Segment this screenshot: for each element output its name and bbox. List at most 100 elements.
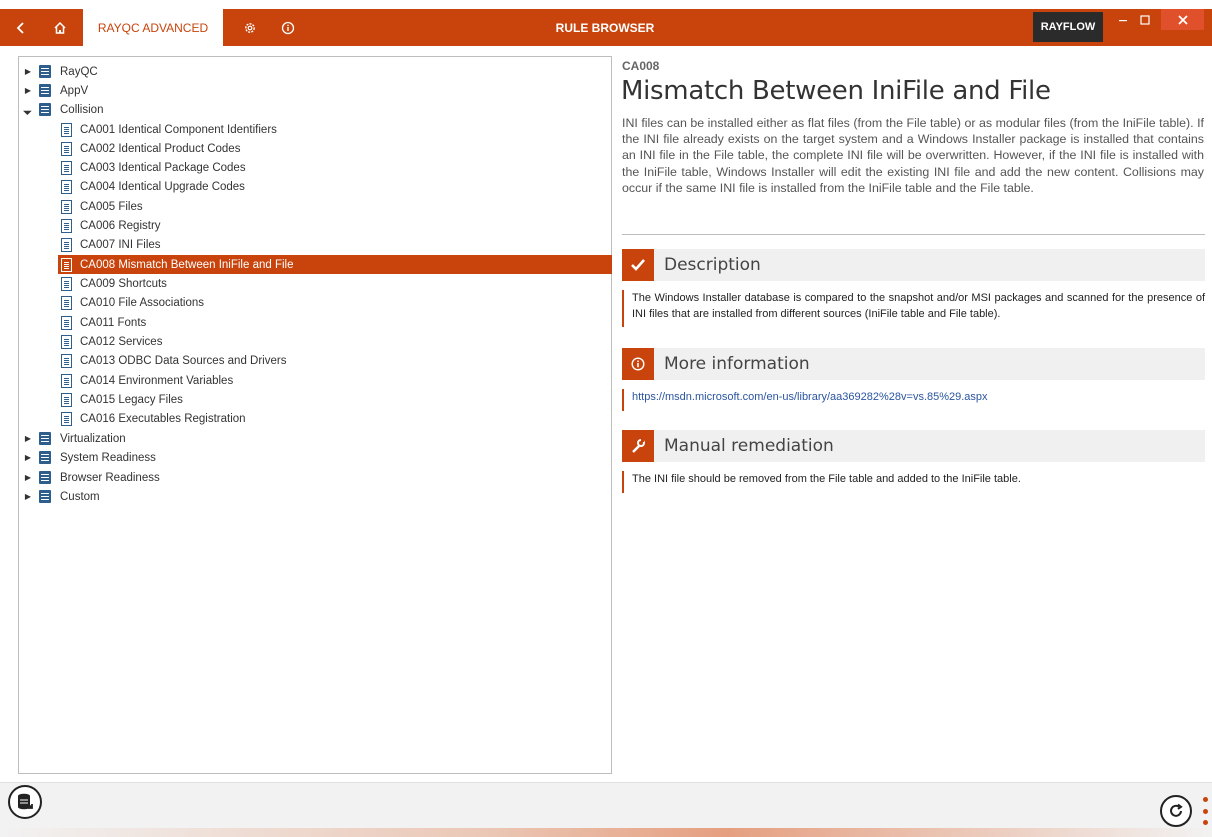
- tree-item-label: CA002 Identical Product Codes: [80, 142, 241, 155]
- gear-icon: [245, 22, 255, 33]
- rule-group-icon: [39, 84, 51, 97]
- tree-item-ca001[interactable]: CA001 Identical Component Identifiers: [61, 120, 277, 139]
- tree-item-label: AppV: [60, 84, 89, 97]
- tree-item-appv[interactable]: ▶ AppV: [23, 81, 88, 100]
- refresh-button[interactable]: [1160, 795, 1192, 827]
- rule-document-icon: [61, 218, 72, 233]
- tree-item-collision[interactable]: ◢ Collision: [23, 100, 103, 119]
- tree-item-label: CA016 Executables Registration: [80, 412, 246, 425]
- remediation-header: Manual remediation: [622, 430, 1205, 462]
- tree-item-label: CA009 Shortcuts: [80, 277, 167, 290]
- title-bar: RAYQC ADVANCED RULE BROWSER RAYFLOW: [0, 9, 1212, 46]
- rule-document-icon: [61, 122, 72, 137]
- expand-arrow-icon[interactable]: ▶: [23, 67, 33, 77]
- tree-item-label: CA004 Identical Upgrade Codes: [80, 180, 245, 193]
- tree-item-ca003[interactable]: CA003 Identical Package Codes: [61, 158, 246, 177]
- home-icon: [54, 21, 66, 34]
- tree-item-label: CA013 ODBC Data Sources and Drivers: [80, 354, 287, 367]
- tree-item-ca006[interactable]: CA006 Registry: [61, 216, 161, 235]
- rule-document-icon: [61, 199, 72, 214]
- refresh-icon: [1170, 803, 1183, 817]
- tree-item-label: CA012 Services: [80, 335, 163, 348]
- more-info-header: More information: [622, 348, 1205, 380]
- bottom-accent: [0, 828, 1212, 837]
- description-header: Description: [622, 249, 1205, 281]
- settings-button[interactable]: [238, 9, 262, 46]
- tree-item-virtualization[interactable]: ▶ Virtualization: [23, 429, 126, 448]
- tree-item-label: Collision: [60, 103, 104, 116]
- tree-item-ca007[interactable]: CA007 INI Files: [61, 235, 161, 254]
- tree-item-label: CA001 Identical Component Identifiers: [80, 123, 277, 136]
- tree-item-ca015[interactable]: CA015 Legacy Files: [61, 390, 183, 409]
- tree-item-ca012[interactable]: CA012 Services: [61, 332, 162, 351]
- rule-document-icon: [61, 315, 72, 330]
- tab-rayqc-advanced[interactable]: RAYQC ADVANCED: [83, 9, 223, 46]
- more-info-body: https://msdn.microsoft.com/en-us/library…: [622, 389, 1205, 411]
- rule-document-icon: [61, 411, 72, 426]
- rule-document-icon: [61, 353, 72, 368]
- description-body: The Windows Installer database is compar…: [622, 290, 1205, 327]
- rule-document-icon: [61, 392, 72, 407]
- tree-item-rayqc[interactable]: ▶ RayQC: [23, 62, 98, 81]
- rule-document-icon: [61, 276, 72, 291]
- window-title: RULE BROWSER: [555, 20, 655, 35]
- tree-item-ca013[interactable]: CA013 ODBC Data Sources and Drivers: [61, 351, 286, 370]
- home-button[interactable]: [46, 9, 74, 46]
- tree-item-label: CA011 Fonts: [80, 316, 147, 329]
- check-icon: [622, 249, 654, 281]
- rule-group-icon: [39, 490, 51, 503]
- tree-item-ca009[interactable]: CA009 Shortcuts: [61, 274, 167, 293]
- rule-document-icon: [61, 237, 72, 252]
- tree-item-label: CA003 Identical Package Codes: [80, 161, 246, 174]
- expand-arrow-icon[interactable]: ▶: [23, 434, 33, 444]
- info-icon: [622, 348, 654, 380]
- rayflow-button[interactable]: RAYFLOW: [1033, 12, 1103, 42]
- more-options-button[interactable]: [1201, 797, 1209, 825]
- tree-item-ca016[interactable]: CA016 Executables Registration: [61, 409, 246, 428]
- tree-item-ca010[interactable]: CA010 File Associations: [61, 293, 204, 312]
- rule-tree[interactable]: ▶ RayQC ▶ AppV ◢ Collision CA001 Identic…: [18, 56, 612, 774]
- back-button[interactable]: [8, 9, 34, 46]
- database-icon: [18, 793, 33, 810]
- database-button[interactable]: [8, 785, 42, 819]
- tree-item-label: CA010 File Associations: [80, 296, 205, 309]
- divider: [622, 234, 1205, 235]
- expand-arrow-icon[interactable]: ▶: [23, 492, 33, 502]
- rule-document-icon: [61, 334, 72, 349]
- tree-item-label: System Readiness: [60, 451, 156, 464]
- tree-item-label: CA015 Legacy Files: [80, 393, 183, 406]
- rule-intro: INI files can be installed either as fla…: [622, 116, 1204, 195]
- tree-item-label: CA006 Registry: [80, 219, 161, 232]
- minimize-icon: [1119, 19, 1127, 21]
- tree-item-label: CA005 Files: [80, 200, 143, 213]
- maximize-button[interactable]: [1134, 1, 1156, 38]
- rule-document-icon: [61, 160, 72, 175]
- rule-document-icon: [61, 257, 72, 272]
- tree-item-label: Virtualization: [60, 432, 126, 445]
- expand-arrow-icon[interactable]: ▶: [23, 86, 33, 96]
- tree-item-ca005[interactable]: CA005 Files: [61, 197, 143, 216]
- tree-item-system-readiness[interactable]: ▶ System Readiness: [23, 448, 156, 467]
- remediation-title: Manual remediation: [664, 436, 834, 456]
- minimize-button[interactable]: [1112, 1, 1134, 38]
- msdn-link[interactable]: https://msdn.microsoft.com/en-us/library…: [632, 391, 988, 403]
- tree-item-browser-readiness[interactable]: ▶ Browser Readiness: [23, 468, 160, 487]
- expand-arrow-icon[interactable]: ▶: [23, 473, 33, 483]
- expand-arrow-icon[interactable]: ▶: [23, 453, 33, 463]
- rule-group-icon: [39, 103, 51, 116]
- tree-item-label: CA007 INI Files: [80, 238, 161, 251]
- close-icon: [1177, 14, 1188, 25]
- tree-item-custom[interactable]: ▶ Custom: [23, 487, 100, 506]
- tree-item-ca002[interactable]: CA002 Identical Product Codes: [61, 139, 240, 158]
- more-dot-icon: [1202, 797, 1208, 802]
- about-button[interactable]: [276, 9, 300, 46]
- tree-item-ca008[interactable]: CA008 Mismatch Between IniFile and File: [58, 255, 612, 274]
- chevron-left-icon: [16, 21, 24, 34]
- collapse-arrow-icon[interactable]: ◢: [21, 102, 35, 116]
- tree-item-ca011[interactable]: CA011 Fonts: [61, 313, 146, 332]
- close-button[interactable]: [1161, 9, 1204, 30]
- rule-document-icon: [61, 373, 72, 388]
- rule-document-icon: [61, 179, 72, 194]
- tree-item-ca004[interactable]: CA004 Identical Upgrade Codes: [61, 177, 245, 196]
- tree-item-ca014[interactable]: CA014 Environment Variables: [61, 371, 233, 390]
